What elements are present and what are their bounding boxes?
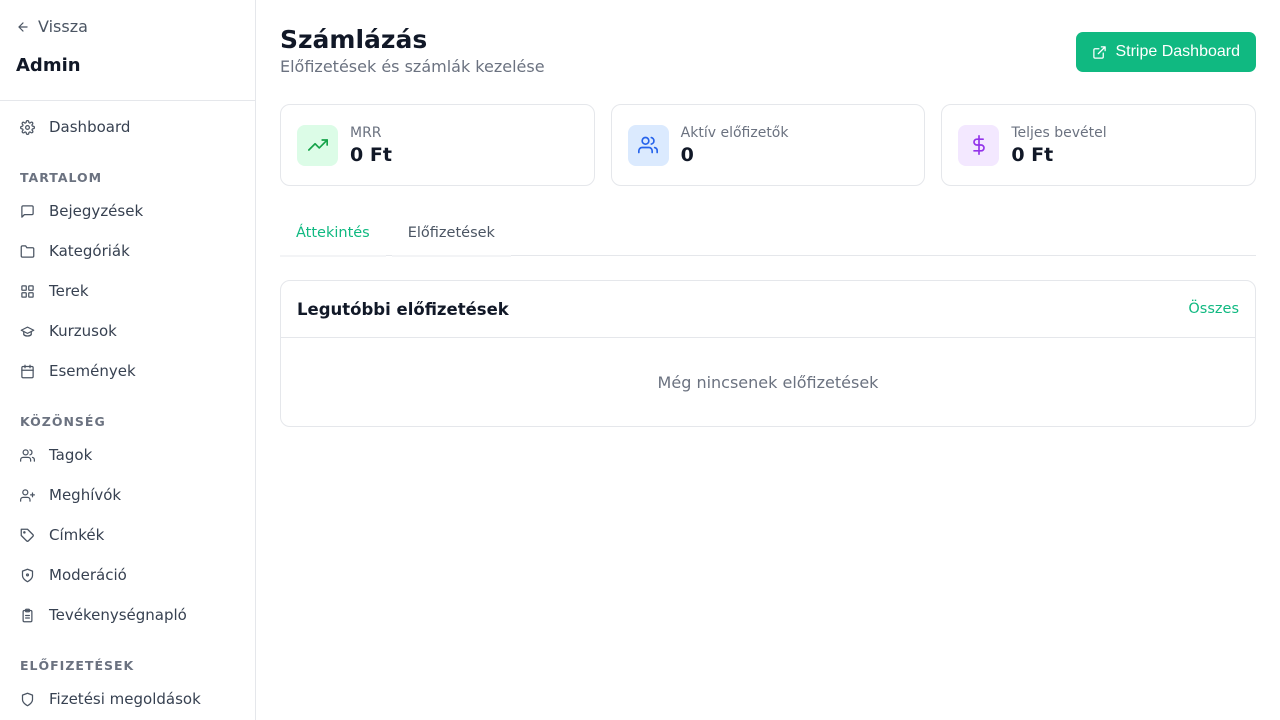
- stat-icon-wrap: [627, 124, 669, 166]
- grid-icon: [21, 284, 34, 298]
- gear-icon: [20, 119, 35, 135]
- stat-value: 0: [680, 143, 694, 166]
- sidebar-item-label: Bejegyzések: [49, 202, 144, 220]
- sidebar-item-label: Kategóriák: [49, 242, 130, 260]
- sidebar-item-activity-log[interactable]: Tevékenységnapló: [12, 595, 243, 635]
- external-link-icon: [1093, 45, 1107, 59]
- graduation-cap-icon: [20, 326, 35, 337]
- sidebar-item-categories[interactable]: Kategóriák: [12, 231, 243, 271]
- recent-subscriptions-panel: Legutóbbi előfizetések Összes Még nincse…: [280, 280, 1256, 427]
- sidebar-item-payment-solutions[interactable]: Fizetési megoldások: [12, 679, 243, 719]
- tab-overview[interactable]: Áttekintés: [280, 210, 386, 257]
- shield-icon: [21, 568, 34, 582]
- stripe-button-label: Stripe Dashboard: [1115, 43, 1240, 60]
- sidebar-item-tags[interactable]: Címkék: [12, 515, 243, 555]
- sidebar-item-label: Dashboard: [49, 118, 131, 136]
- user-plus-icon: [20, 488, 35, 502]
- stat-card-total-revenue: Teljes bevétel 0 Ft: [941, 104, 1257, 186]
- sidebar-item-label: Terek: [49, 282, 89, 300]
- sidebar-item-spaces[interactable]: Terek: [12, 271, 243, 311]
- tab-bar: Áttekintés Előfizetések: [280, 210, 1256, 257]
- sidebar-item-label: Moderáció: [49, 566, 127, 584]
- stats-row: MRR 0 Ft Aktív előfizetők 0 Teljes bevét…: [280, 104, 1257, 186]
- stat-label: Aktív előfizetők: [680, 124, 789, 141]
- main-content: Számlázás Előfizetések és számlák kezelé…: [256, 0, 1280, 720]
- page-header: Számlázás Előfizetések és számlák kezelé…: [280, 24, 1256, 104]
- page-title: Számlázás: [280, 25, 428, 54]
- trending-up-icon: [307, 139, 328, 151]
- section-label-subscriptions: ELŐFIZETÉSEK: [20, 658, 135, 673]
- sidebar-item-label: Kurzusok: [49, 322, 117, 340]
- stat-icon-wrap: [297, 124, 338, 166]
- sidebar-item-label: Címkék: [49, 526, 105, 544]
- tag-icon: [20, 528, 34, 542]
- page-subtitle: Előfizetések és számlák kezelése: [280, 57, 545, 76]
- sidebar-item-events[interactable]: Események: [12, 351, 243, 391]
- sidebar-item-label: Események: [49, 362, 136, 380]
- sidebar: Vissza Admin Dashboard TARTALOM Bejegyzé…: [0, 0, 256, 720]
- sidebar-item-courses[interactable]: Kurzusok: [12, 311, 243, 351]
- sidebar-nav: Dashboard TARTALOM Bejegyzések Kategóriá…: [0, 107, 255, 719]
- stat-label: Teljes bevétel: [1011, 124, 1107, 141]
- section-label-content: TARTALOM: [20, 170, 103, 185]
- sidebar-item-invites[interactable]: Meghívók: [12, 475, 243, 515]
- folder-icon: [20, 244, 35, 258]
- sidebar-item-label: Tevékenységnapló: [49, 606, 187, 624]
- stat-card-active-subscribers: Aktív előfizetők 0: [610, 104, 926, 186]
- back-link[interactable]: Vissza: [16, 17, 239, 36]
- dollar-icon: [973, 135, 985, 155]
- tab-subscriptions[interactable]: Előfizetések: [391, 210, 512, 257]
- calendar-icon: [21, 364, 34, 378]
- panel-title: Legutóbbi előfizetések: [297, 299, 509, 319]
- stripe-dashboard-button[interactable]: Stripe Dashboard: [1076, 32, 1256, 72]
- view-all-link[interactable]: Összes: [1188, 301, 1239, 317]
- shield-icon: [21, 692, 34, 706]
- sidebar-header: Vissza Admin: [0, 0, 255, 101]
- users-icon: [20, 448, 35, 462]
- panel-header: Legutóbbi előfizetések Összes: [281, 281, 1255, 338]
- arrow-left-icon: [18, 21, 28, 32]
- message-square-icon: [21, 204, 34, 218]
- sidebar-item-label: Meghívók: [49, 486, 122, 504]
- empty-state: Még nincsenek előfizetések: [657, 372, 879, 392]
- back-label: Vissza: [38, 17, 88, 36]
- stat-card-mrr: MRR 0 Ft: [280, 104, 595, 186]
- sidebar-title: Admin: [16, 55, 81, 76]
- users-icon: [638, 136, 659, 154]
- sidebar-item-label: Fizetési megoldások: [49, 690, 201, 708]
- section-label-audience: KÖZÖNSÉG: [20, 414, 106, 429]
- sidebar-item-posts[interactable]: Bejegyzések: [12, 191, 243, 231]
- stat-value: 0 Ft: [350, 143, 392, 166]
- sidebar-item-moderation[interactable]: Moderáció: [12, 555, 243, 595]
- stat-icon-wrap: [958, 124, 1000, 166]
- stat-value: 0 Ft: [1011, 143, 1054, 166]
- sidebar-item-label: Tagok: [49, 446, 93, 464]
- stat-label: MRR: [350, 124, 382, 141]
- sidebar-item-members[interactable]: Tagok: [12, 435, 243, 475]
- clipboard-icon: [22, 608, 33, 622]
- sidebar-item-dashboard[interactable]: Dashboard: [12, 107, 243, 147]
